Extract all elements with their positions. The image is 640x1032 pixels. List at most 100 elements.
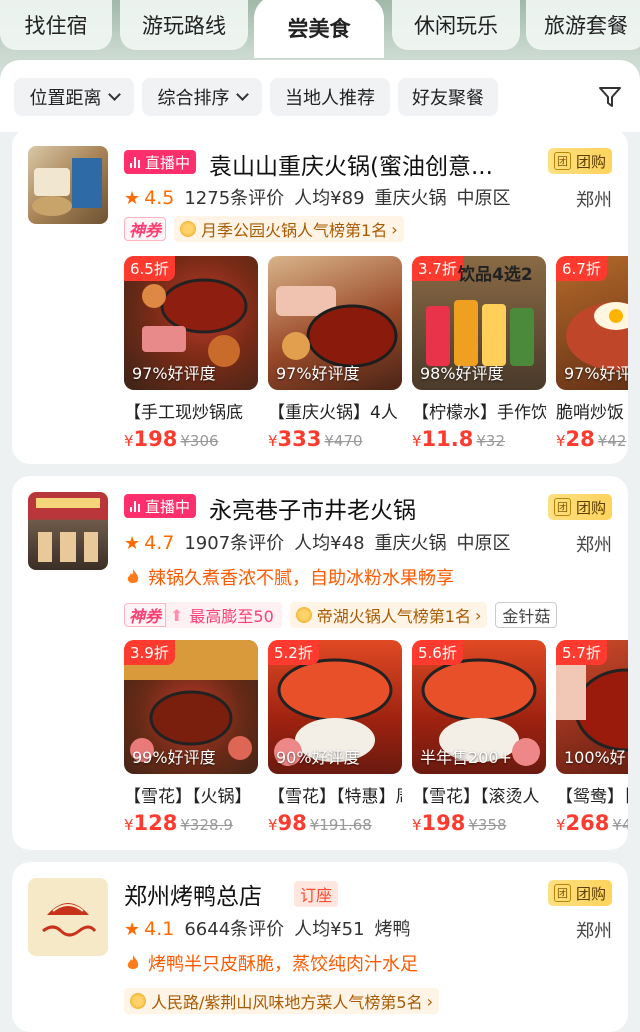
deal-title: 【重庆火锅】4人 <box>268 403 398 423</box>
tab-leisure[interactable]: 休闲玩乐 <box>392 0 520 50</box>
discount-badge: 3.9折 <box>124 640 175 665</box>
restaurant-logo <box>28 878 108 956</box>
medal-icon <box>180 221 197 237</box>
restaurant-name[interactable]: 袁山山重庆火锅(蜜油创意... <box>209 147 493 181</box>
cuisine: 重庆火锅 <box>374 188 447 209</box>
deal-image: 3.9折 99%好评度 <box>124 640 258 774</box>
deal-item[interactable]: 6.5折 97%好评度 【手工现炒锅底 ¥198 ¥306 <box>124 256 258 451</box>
deal-item[interactable]: 3.7折 饮品4选2 98%好评度 【柠檬水】手作饮 ¥11.8 ¥32 <box>412 256 546 451</box>
tab-food[interactable]: 尝美食 <box>254 0 384 58</box>
rank-badge[interactable]: 月季公园火锅人气榜第1名 › <box>174 216 404 242</box>
group-buy-badge[interactable]: 团团购 <box>547 148 612 174</box>
deal-item[interactable]: 5.6折 半年售200+ 【雪花】【滚烫人 ¥198 ¥358 <box>412 640 546 835</box>
dish-tag[interactable]: 金针菇 <box>495 602 558 628</box>
deal-title: 【雪花】【滚烫人 <box>412 787 540 807</box>
price: 333 <box>277 427 322 451</box>
reservation-badge[interactable]: 订座 <box>294 881 339 907</box>
medal-icon <box>295 607 312 623</box>
deal-item[interactable]: 3.9折 99%好评度 【雪花】【火锅】 ¥128 ¥328.9 <box>124 640 258 835</box>
deal-title: 【鸳鸯】【 <box>556 787 628 807</box>
filter-sort[interactable]: 综合排序 <box>142 78 262 116</box>
chevron-down-icon <box>235 88 249 101</box>
review-count: 1907条评价 <box>184 533 285 554</box>
deal-title: 【雪花】【特惠】周 <box>268 787 402 807</box>
restaurant-card[interactable]: 郑州烤鸭总店 订座 团团购 ★ 4.1 6644条评价 人均¥51 烤鸭 郑州 烤鸭半只… <box>12 862 628 1032</box>
group-buy-label: 团购 <box>575 498 606 517</box>
tag-row: 人民路/紫荆山风味地方菜人气榜第5名 › <box>124 988 439 1014</box>
discount-badge: 3.7折 <box>412 256 463 281</box>
group-buy-badge[interactable]: 团团购 <box>547 880 612 906</box>
restaurant-card[interactable]: 直播中 永亮巷子市井老火锅 团团购 ★ 4.7 1907条评价 人均¥48 重庆火锅 中原… <box>12 476 628 850</box>
deal-item[interactable]: 5.2折 90%好评度 【雪花】【特惠】周 ¥98 ¥191.68 <box>268 640 402 835</box>
deal-price: ¥198 ¥306 <box>124 427 219 451</box>
deal-price: ¥98 ¥191.68 <box>268 811 372 835</box>
deal-price: ¥128 ¥328.9 <box>124 811 233 835</box>
tab-lodging[interactable]: 找住宿 <box>0 0 112 50</box>
tab-routes[interactable]: 游玩路线 <box>120 0 248 50</box>
coupon-badge[interactable]: 神券 <box>124 217 167 241</box>
cuisine: 烤鸭 <box>374 919 411 940</box>
avg-price: 人均¥48 <box>294 533 365 554</box>
filter-friends[interactable]: 好友聚餐 <box>398 78 498 116</box>
live-bars-icon <box>130 156 140 168</box>
price: 98 <box>277 811 307 835</box>
boost-label: 最高膨至50 <box>189 607 274 626</box>
filter-distance[interactable]: 位置距离 <box>14 78 134 116</box>
discount-badge: 5.2折 <box>268 640 319 665</box>
rank-badge[interactable]: 人民路/紫荆山风味地方菜人气榜第5名 › <box>124 988 439 1014</box>
restaurant-meta: ★ 4.1 6644条评价 人均¥51 烤鸭 <box>124 915 411 941</box>
rank-label: 帝湖火锅人气榜第1名 <box>316 607 471 626</box>
price: 28 <box>565 427 595 451</box>
original-price: ¥470 <box>324 432 363 450</box>
deal-item[interactable]: 97%好评度 【重庆火锅】4人 ¥333 ¥470 <box>268 256 402 451</box>
coupon-badge[interactable]: 神券 <box>124 603 167 627</box>
discount-badge: 5.7折 <box>556 640 607 665</box>
deal-price: ¥333 ¥470 <box>268 427 363 451</box>
category-tabs: 找住宿 游玩路线 尝美食 休闲玩乐 旅游套餐 <box>0 0 640 58</box>
group-buy-label: 团购 <box>575 152 606 171</box>
live-bars-icon <box>130 500 140 512</box>
rank-badge[interactable]: 帝湖火锅人气榜第1名 › <box>289 602 488 628</box>
original-price: ¥4 <box>612 816 628 834</box>
good-rate: 99%好评度 <box>132 748 216 767</box>
chevron-right-icon: › <box>426 991 433 1011</box>
restaurant-name[interactable]: 永亮巷子市井老火锅 <box>209 491 416 525</box>
chevron-down-icon <box>107 88 121 101</box>
good-rate: 90%好评度 <box>276 748 360 767</box>
rank-label: 月季公园火锅人气榜第1名 <box>201 221 388 240</box>
good-rate: 97%好评度 <box>276 364 360 383</box>
filter-local[interactable]: 当地人推荐 <box>270 78 390 116</box>
rating: 4.5 <box>144 187 175 209</box>
restaurant-card[interactable]: 直播中 袁山山重庆火锅(蜜油创意... 团团购 ★ 4.5 1275条评价 人均¥89… <box>12 128 628 464</box>
arrow-up-icon: ⬆ <box>170 605 184 625</box>
city: 郑州 <box>576 921 612 942</box>
group-buy-badge[interactable]: 团团购 <box>547 494 612 520</box>
area: 中原区 <box>456 533 511 554</box>
star-icon: ★ <box>124 919 141 940</box>
roast-duck-logo-icon <box>42 903 97 937</box>
deal-item[interactable]: 6.7折 97%好评度 脆哨炒饭 ¥28¥42 <box>556 256 628 451</box>
city: 郑州 <box>576 190 612 211</box>
restaurant-meta: ★ 4.5 1275条评价 人均¥89 重庆火锅 中原区 <box>124 184 511 210</box>
price: 198 <box>133 427 178 451</box>
rank-label: 人民路/紫荆山风味地方菜人气榜第5名 <box>151 993 423 1012</box>
group-buy-icon: 团 <box>553 498 571 516</box>
price: 198 <box>421 811 466 835</box>
deal-image: 97%好评度 <box>268 256 402 390</box>
deal-image: 6.5折 97%好评度 <box>124 256 258 390</box>
deal-title: 【手工现炒锅底 <box>124 403 243 423</box>
deal-item[interactable]: 5.7折 100%好 【鸳鸯】【 ¥268 ¥4 <box>556 640 628 835</box>
restaurant-name[interactable]: 郑州烤鸭总店 <box>124 877 262 911</box>
review-count: 6644条评价 <box>184 919 285 940</box>
funnel-icon[interactable] <box>598 86 622 108</box>
group-buy-icon: 团 <box>553 152 571 170</box>
avg-price: 人均¥51 <box>294 919 365 940</box>
rating: 4.7 <box>144 532 175 554</box>
deal-image: 3.7折 饮品4选2 98%好评度 <box>412 256 546 390</box>
discount-badge: 6.5折 <box>124 256 175 281</box>
area: 中原区 <box>456 188 511 209</box>
chevron-right-icon: › <box>474 605 482 625</box>
boost-badge[interactable]: ⬆ 最高膨至50 <box>166 602 282 628</box>
rating: 4.1 <box>144 918 175 940</box>
tab-packages[interactable]: 旅游套餐 <box>526 0 640 50</box>
